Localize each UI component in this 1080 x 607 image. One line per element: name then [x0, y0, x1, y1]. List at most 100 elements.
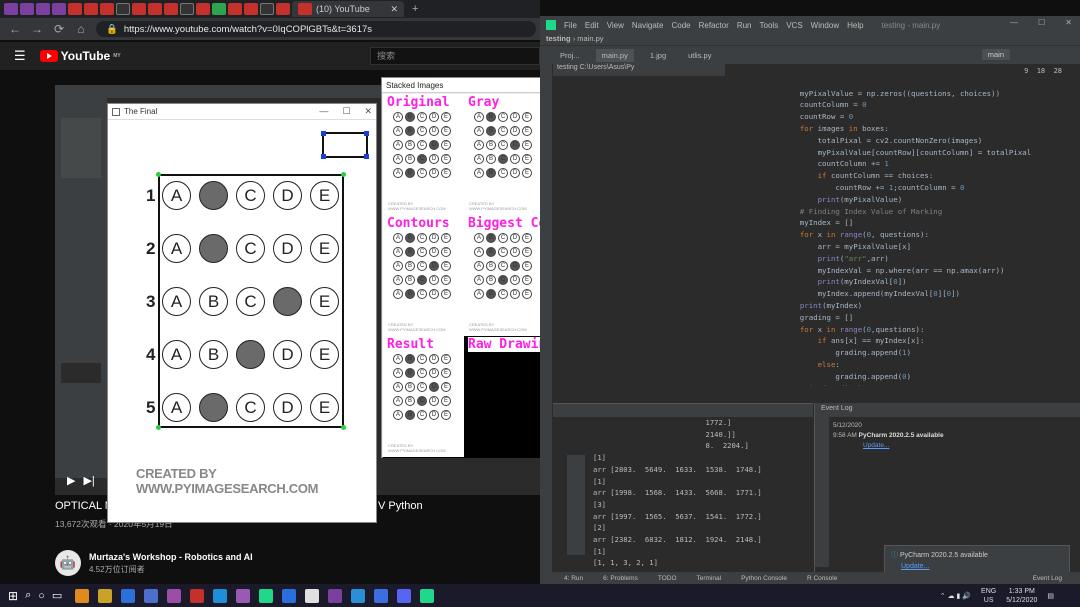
browser-tab-wa-icon[interactable]	[212, 3, 226, 15]
project-tool-button[interactable]: Proj...	[554, 48, 586, 62]
browser-tab-yt-icon[interactable]	[84, 3, 98, 15]
new-tab-icon[interactable]: +	[412, 3, 418, 15]
menu-item-help[interactable]: Help	[847, 21, 863, 30]
menu-item-code[interactable]: Code	[671, 21, 690, 30]
taskbar-app-icon[interactable]	[144, 588, 159, 603]
maximize-icon[interactable]: ☐	[342, 106, 350, 117]
taskbar-app-icon[interactable]	[259, 588, 274, 603]
taskbar-app-icon[interactable]	[351, 588, 366, 603]
taskbar-app-icon[interactable]	[213, 588, 228, 603]
mini-bubble: A	[393, 396, 403, 406]
browser-tab-yt-icon[interactable]	[100, 3, 114, 15]
tab-1-jpg[interactable]: 1.jpg	[643, 48, 673, 62]
notification-center-icon[interactable]: ▤	[1047, 592, 1054, 600]
browser-tab-gh-icon[interactable]	[116, 3, 130, 15]
mini-bubble: C	[417, 261, 427, 271]
search-input[interactable]: 搜索	[370, 47, 540, 65]
task-view-icon[interactable]: ▭	[52, 589, 62, 602]
active-browser-tab[interactable]: (10) YouTube ✕	[292, 1, 404, 17]
minimize-icon[interactable]: —	[319, 106, 328, 117]
maximize-icon[interactable]: ☐	[1038, 18, 1045, 27]
close-tab-icon[interactable]: ✕	[390, 4, 398, 15]
run-config-select[interactable]: main	[981, 49, 1010, 60]
pycharm-logo-icon	[546, 20, 556, 30]
browser-tab-yt-icon[interactable]	[276, 3, 290, 15]
event-update-link[interactable]: Update...	[833, 441, 1080, 451]
taskbar-app-icon[interactable]	[75, 588, 90, 603]
menu-item-tools[interactable]: Tools	[760, 21, 779, 30]
taskbar-app-icon[interactable]	[397, 588, 412, 603]
taskbar-app-icon[interactable]	[328, 588, 343, 603]
tray-icons[interactable]: ⌃ ☁ ▮ 🔊	[940, 592, 971, 600]
taskbar-app-icon[interactable]	[121, 588, 136, 603]
close-icon[interactable]: ✕	[1065, 18, 1072, 27]
home-icon[interactable]: ⌂	[74, 22, 88, 36]
run-console-output[interactable]: 1772.] 2140.]] 8. 2204.] [1] arr [2803. 56…	[553, 417, 813, 572]
hamburger-menu-icon[interactable]: ☰	[14, 48, 26, 64]
tab-utlis-py[interactable]: utlis.py	[682, 48, 718, 62]
taskbar-app-icon[interactable]	[167, 588, 182, 603]
browser-tab-u-icon[interactable]	[4, 3, 18, 15]
menu-item-edit[interactable]: Edit	[585, 21, 599, 30]
browser-tab-yt-icon[interactable]	[164, 3, 178, 15]
notif-update-link[interactable]: Update...	[891, 563, 1063, 570]
taskbar-app-icon[interactable]	[98, 588, 113, 603]
browser-tab-yt-icon[interactable]	[244, 3, 258, 15]
browser-tab-yt-icon[interactable]	[132, 3, 146, 15]
menu-item-file[interactable]: File	[564, 21, 577, 30]
browser-tab-yt-icon[interactable]	[228, 3, 242, 15]
language-indicator[interactable]: ENG US	[981, 587, 996, 605]
channel-name[interactable]: Murtaza's Workshop - Robotics and AI	[89, 552, 253, 562]
clock[interactable]: 1:33 PM 5/12/2020	[1006, 587, 1037, 605]
bottom-tab-terminal[interactable]: Terminal	[697, 575, 722, 582]
browser-tab-u-icon[interactable]	[20, 3, 34, 15]
mini-bubble: E	[522, 261, 532, 271]
forward-icon[interactable]: →	[30, 22, 44, 36]
bottom-tab-event-log[interactable]: Event Log	[1033, 575, 1062, 582]
code-line: countRow = 0	[782, 112, 854, 122]
bottom-tab-r-console[interactable]: R Console	[807, 575, 837, 582]
menu-item-refactor[interactable]: Refactor	[699, 21, 729, 30]
reload-icon[interactable]: ⟳	[52, 22, 66, 36]
taskbar-app-icon[interactable]	[236, 588, 251, 603]
minimize-icon[interactable]: —	[1010, 18, 1018, 27]
code-line: countColumn += 1	[782, 159, 889, 169]
menu-item-window[interactable]: Window	[811, 21, 839, 30]
bottom-tab-todo[interactable]: TODO	[658, 575, 677, 582]
menu-item-vcs[interactable]: VCS	[786, 21, 802, 30]
tab-main-py[interactable]: main.py	[595, 48, 634, 62]
bottom-tab-6-problems[interactable]: 6: Problems	[603, 575, 638, 582]
menu-item-navigate[interactable]: Navigate	[632, 21, 664, 30]
next-icon[interactable]: ▶|	[83, 474, 94, 487]
browser-tab-u-icon[interactable]	[52, 3, 66, 15]
mini-bubble: D	[429, 112, 439, 122]
menu-item-view[interactable]: View	[607, 21, 624, 30]
mini-bubble: A	[474, 126, 484, 136]
mini-credit-text: CREATED BY WWW.PYIMAGESEARCH.COM	[388, 443, 446, 453]
taskbar-app-icon[interactable]	[282, 588, 297, 603]
channel-avatar[interactable]: 🤖	[55, 550, 81, 576]
url-input[interactable]: 🔒 https://www.youtube.com/watch?v=0IqCOP…	[96, 21, 536, 37]
taskbar-app-icon[interactable]	[305, 588, 320, 603]
play-icon[interactable]: ▶	[67, 474, 75, 487]
browser-tab-gh-icon[interactable]	[180, 3, 194, 15]
browser-tab-yt-icon[interactable]	[68, 3, 82, 15]
windows-start-icon[interactable]: ⊞	[8, 589, 18, 603]
bottom-tab-python-console[interactable]: Python Console	[741, 575, 787, 582]
browser-tab-u-icon[interactable]	[36, 3, 50, 15]
taskbar-app-icon[interactable]	[374, 588, 389, 603]
bottom-tab-4-run[interactable]: 4: Run	[564, 575, 583, 582]
code-editor[interactable]: 9 18 28 myPixalValue = np.zeros((questio…	[725, 64, 1070, 386]
browser-tab-yt-icon[interactable]	[148, 3, 162, 15]
browser-tab-yt-icon[interactable]	[196, 3, 210, 15]
youtube-logo[interactable]: YouTube MY	[39, 49, 121, 63]
back-icon[interactable]: ←	[8, 22, 22, 36]
taskbar-app-icon[interactable]	[190, 588, 205, 603]
taskbar-app-icon[interactable]	[420, 588, 435, 603]
close-icon[interactable]: ✕	[364, 106, 372, 117]
cortana-icon[interactable]: ○	[38, 590, 45, 602]
browser-tab-gh-icon[interactable]	[260, 3, 274, 15]
menu-item-run[interactable]: Run	[737, 21, 752, 30]
inspection-counts[interactable]: 9 18 28	[1024, 66, 1062, 78]
search-icon[interactable]: ⌕	[25, 589, 31, 602]
